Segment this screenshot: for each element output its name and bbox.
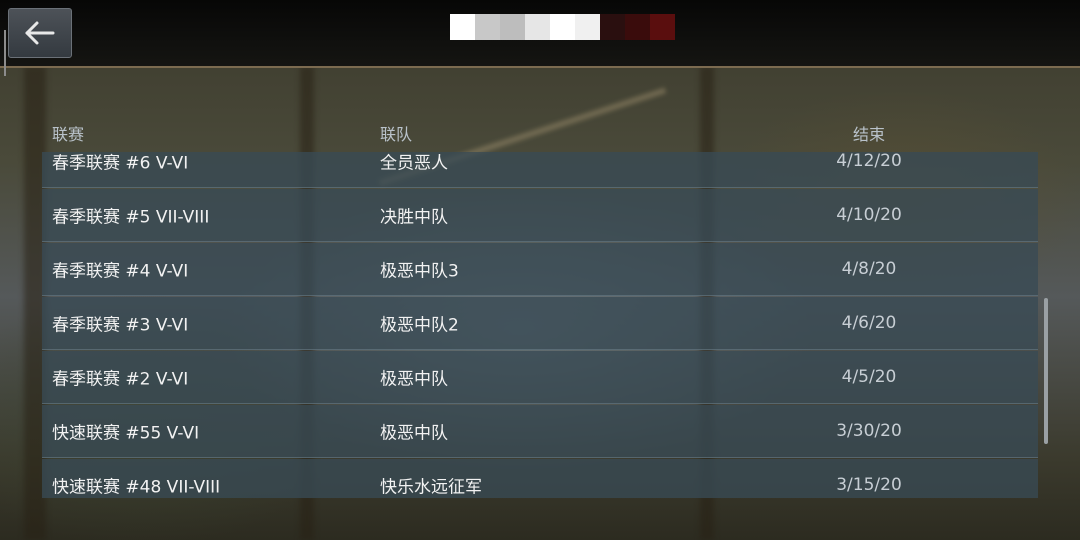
table-row[interactable]: 快速联赛 #55 V-VI 极恶中队 3/30/20 — [42, 405, 1038, 458]
title-pixel-block — [600, 14, 625, 40]
league-name: 春季联赛 #4 V-VI — [52, 261, 189, 282]
team-name: 极恶中队 — [380, 369, 448, 390]
team-name: 决胜中队 — [380, 207, 448, 228]
league-name: 春季联赛 #2 V-VI — [52, 369, 189, 390]
end-date: 4/5/20 — [841, 367, 897, 387]
league-name: 春季联赛 #5 VII-VIII — [52, 207, 210, 228]
league-name: 快速联赛 #48 VII-VIII — [52, 477, 221, 498]
end-date: 3/15/20 — [836, 475, 902, 495]
team-name: 全员恶人 — [380, 153, 448, 174]
league-name: 快速联赛 #55 V-VI — [52, 423, 200, 444]
column-header-league: 联赛 — [52, 125, 85, 144]
end-date: 3/30/20 — [836, 421, 902, 441]
scrollbar-thumb[interactable] — [1044, 298, 1048, 444]
frame-edge-line — [4, 30, 6, 76]
team-name: 极恶中队3 — [380, 261, 459, 282]
league-name: 春季联赛 #6 V-VI — [52, 153, 189, 174]
title-pixel-block — [450, 14, 475, 40]
league-name: 春季联赛 #3 V-VI — [52, 315, 189, 336]
back-button[interactable] — [8, 8, 72, 58]
column-header-end: 结束 — [852, 125, 885, 144]
table-row[interactable]: 春季联赛 #6 V-VI 全员恶人 4/12/20 — [42, 152, 1038, 188]
top-bar — [0, 0, 1080, 68]
title-pixel-block — [525, 14, 550, 40]
table-header: 联赛 联队 结束 — [42, 116, 1038, 146]
end-date: 4/6/20 — [841, 313, 897, 333]
end-date: 4/8/20 — [841, 259, 897, 279]
end-date: 4/10/20 — [836, 205, 902, 225]
title-pixel-block — [650, 14, 675, 40]
column-header-team: 联队 — [380, 125, 413, 144]
table-row[interactable]: 春季联赛 #4 V-VI 极恶中队3 4/8/20 — [42, 243, 1038, 296]
table-row[interactable]: 春季联赛 #2 V-VI 极恶中队 4/5/20 — [42, 351, 1038, 404]
title-pixel-block — [625, 14, 650, 40]
end-date: 4/12/20 — [836, 152, 902, 171]
title-pixel-block — [475, 14, 500, 40]
title-pixel-block — [550, 14, 575, 40]
title-pixel-block — [575, 14, 600, 40]
table-row[interactable]: 快速联赛 #48 VII-VIII 快乐水远征军 3/15/20 — [42, 459, 1038, 498]
team-name: 极恶中队2 — [380, 315, 459, 336]
title-pixel-block — [500, 14, 525, 40]
back-arrow-icon — [23, 19, 57, 47]
team-name: 极恶中队 — [380, 423, 448, 444]
table-row[interactable]: 春季联赛 #3 V-VI 极恶中队2 4/6/20 — [42, 297, 1038, 350]
league-table[interactable]: 春季联赛 #6 V-VI 全员恶人 4/12/20 春季联赛 #5 VII-VI… — [42, 152, 1038, 498]
table-row[interactable]: 春季联赛 #5 VII-VIII 决胜中队 4/10/20 — [42, 189, 1038, 242]
team-name: 快乐水远征军 — [380, 477, 482, 498]
page-title-censored — [450, 14, 675, 40]
